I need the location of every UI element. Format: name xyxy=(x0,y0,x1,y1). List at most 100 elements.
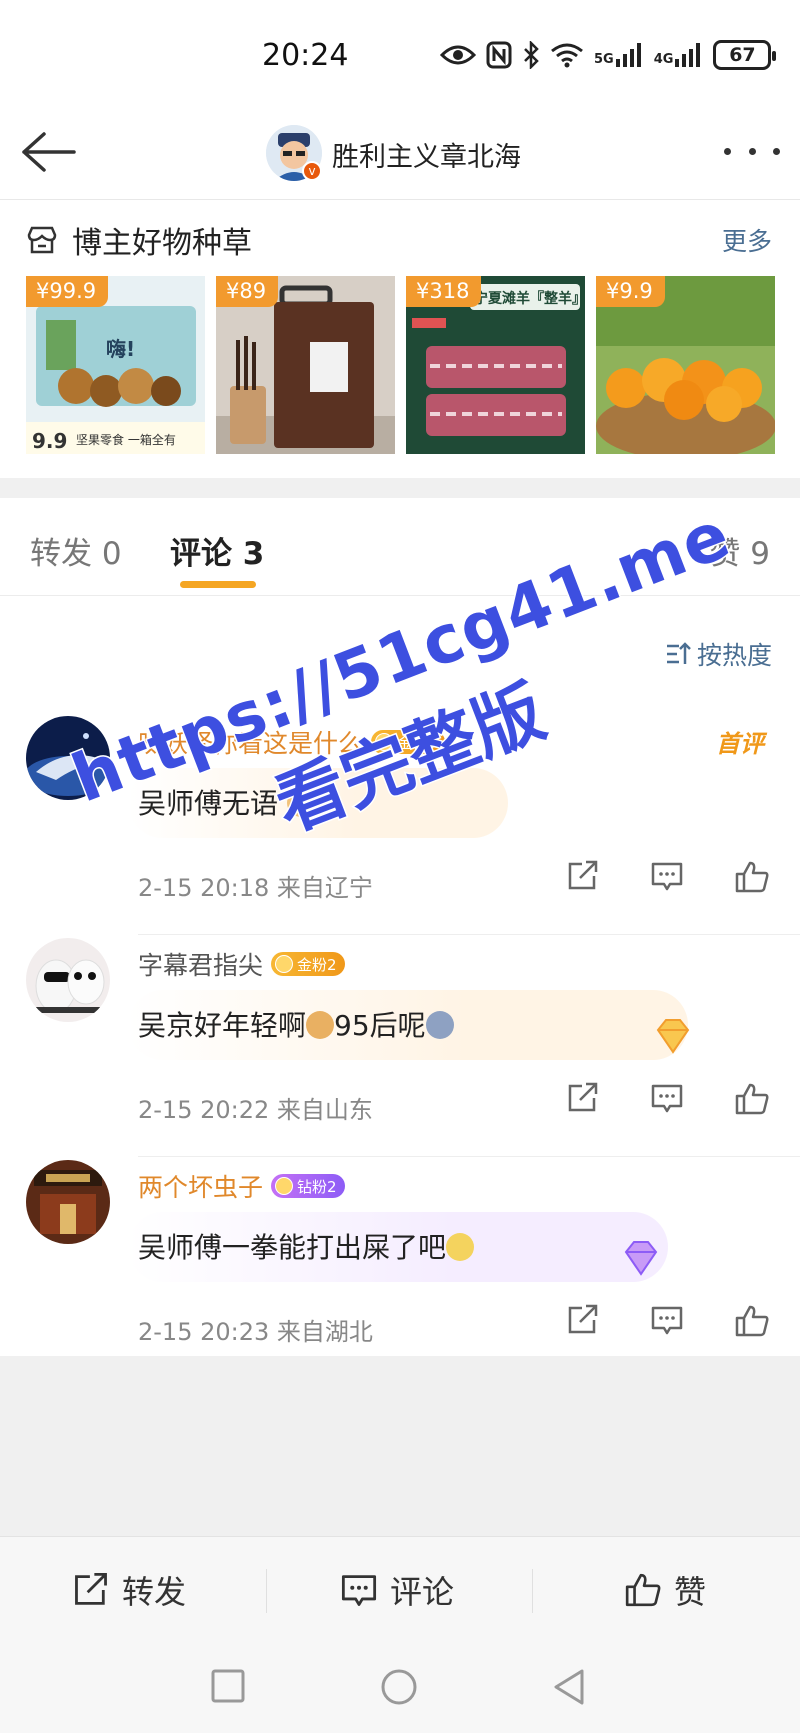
goods-item-lamb[interactable]: 宁夏滩羊『整羊』 ¥318 xyxy=(406,276,585,454)
badge-label: 金粉2 xyxy=(297,955,337,974)
signal-4g-label: 4G xyxy=(653,52,674,67)
comment-icon xyxy=(341,1575,377,1606)
goods-title: 博主好物种草 xyxy=(72,226,252,261)
bottom-action-bar: 转发 评论 赞 xyxy=(0,1536,800,1646)
status-icons: 5G 4G 67 xyxy=(440,40,777,70)
cat-emoji-icon xyxy=(306,1011,335,1039)
bluetooth-icon xyxy=(524,41,539,69)
avatar[interactable] xyxy=(26,716,110,800)
shop-icon xyxy=(27,226,57,254)
comment-location: 来自辽宁 xyxy=(276,874,373,902)
status-time: 20:24 xyxy=(262,38,349,73)
eye-icon xyxy=(440,45,476,65)
tab-comments[interactable]: 评论 3 xyxy=(170,528,264,573)
comment-text-content: 吴师傅无语 xyxy=(138,787,279,820)
signal-5g-label: 5G xyxy=(594,52,614,67)
reply-icon[interactable] xyxy=(650,1304,684,1336)
wifi-icon xyxy=(551,43,583,68)
tab-reposts[interactable]: 转发 0 xyxy=(30,528,122,573)
comment-divider xyxy=(138,1156,800,1157)
page-title[interactable]: 胜利主义章北海 xyxy=(332,135,521,174)
reply-icon[interactable] xyxy=(650,1082,684,1114)
comment-item: 字幕君指尖 金粉2 吴京好年轻啊 95后呢 2-15 20:22 来自山东 xyxy=(0,938,800,1160)
comment-button[interactable]: 评论 xyxy=(340,1567,454,1613)
goods-item-cutting-board[interactable]: ¥89 xyxy=(216,276,395,454)
verified-badge-icon: v xyxy=(302,161,322,181)
back-button[interactable] xyxy=(20,127,80,177)
goods-item-oranges[interactable]: ¥9.9 xyxy=(596,276,775,454)
price-tag: ¥99.9 xyxy=(26,276,109,307)
fan-level-badge: 金粉3 xyxy=(371,730,445,754)
share-icon[interactable] xyxy=(566,1304,600,1336)
reply-icon[interactable] xyxy=(650,860,684,892)
like-button[interactable]: 赞 xyxy=(624,1567,706,1613)
comment-location: 来自山东 xyxy=(276,1096,373,1124)
share-icon[interactable] xyxy=(566,1082,600,1114)
fan-level-badge: 钻粉2 xyxy=(271,1174,345,1198)
status-bar: 20:24 5G 4G 67 xyxy=(0,0,800,115)
sort-label: 按热度 xyxy=(696,641,772,670)
like-icon[interactable] xyxy=(734,860,770,894)
comment-actions xyxy=(566,1304,770,1338)
avatar[interactable] xyxy=(26,1160,110,1244)
top-nav-bar: v 胜利主义章北海 xyxy=(0,115,800,200)
goods-more-link[interactable]: 更多 xyxy=(722,222,772,258)
svg-text:嗨!: 嗨! xyxy=(106,337,135,361)
comment-text-content: 吴师傅一拳能打出屎了吧 xyxy=(138,1231,447,1264)
share-icon xyxy=(75,1572,107,1605)
more-dot xyxy=(773,147,780,155)
first-comment-tag: 首评 xyxy=(716,730,764,758)
goods-caption-lamb: 宁夏滩羊『整羊』 xyxy=(474,290,585,307)
avatar[interactable] xyxy=(26,938,110,1022)
sort-icon xyxy=(666,642,691,664)
comment-text-content: 吴京好年轻啊 xyxy=(138,1009,307,1042)
tab-likes[interactable]: 赞 9 xyxy=(709,528,770,573)
goods-header: 博主好物种草 xyxy=(26,218,252,262)
repost-button[interactable]: 转发 xyxy=(72,1567,186,1613)
sort-by-hot-button[interactable]: 按热度 xyxy=(665,636,772,672)
bar-divider xyxy=(532,1569,533,1613)
crown-icon xyxy=(275,955,294,973)
commenter-name-text: 两个坏虫子 xyxy=(138,1173,264,1202)
purple-gem-icon xyxy=(624,1241,658,1276)
comment-meta: 2-15 20:22 来自山东 xyxy=(138,1090,373,1125)
nfc-icon xyxy=(486,41,512,69)
more-options-button[interactable] xyxy=(724,133,780,169)
comment-item: 呔妖怪你看这是什么 金粉3 首评 吴师傅无语 2-15 20:18 来自辽宁 xyxy=(0,716,800,938)
goods-list: 嗨! 9.9 坚果零食 一箱全有 ¥99.9 ¥89 宁夏滩羊『整羊』 ¥318… xyxy=(26,276,775,454)
bar-divider xyxy=(266,1569,267,1613)
share-icon[interactable] xyxy=(566,860,600,892)
like-icon[interactable] xyxy=(734,1082,770,1116)
goods-item-snacks[interactable]: 嗨! 9.9 坚果零食 一箱全有 ¥99.9 xyxy=(26,276,205,454)
badge-label: 钻粉2 xyxy=(297,1177,337,1196)
husky-emoji-icon xyxy=(425,1011,454,1039)
gold-gem-icon xyxy=(656,1019,690,1054)
comment-divider xyxy=(138,934,800,935)
commenter-name[interactable]: 呔妖怪你看这是什么 金粉3 xyxy=(138,724,445,760)
comment-actions xyxy=(566,1082,770,1116)
comment-text-content-2: 95后呢 xyxy=(334,1009,426,1042)
like-icon xyxy=(625,1573,661,1607)
comment-actions xyxy=(566,860,770,894)
like-icon[interactable] xyxy=(734,1304,770,1338)
signal-4g-icon: 4G xyxy=(654,43,704,67)
signal-5g-icon: 5G xyxy=(594,43,644,67)
commenter-name[interactable]: 字幕君指尖 金粉2 xyxy=(138,946,345,982)
shy-emoji-icon xyxy=(446,1233,475,1261)
price-tag: ¥89 xyxy=(216,276,279,307)
like-label: 赞 xyxy=(674,1573,707,1611)
comment-item: 两个坏虫子 钻粉2 吴师傅一拳能打出屎了吧 2-15 20:23 来自湖北 xyxy=(0,1160,800,1382)
svg-text:9.9: 9.9 xyxy=(32,429,67,453)
back-nav-icon[interactable] xyxy=(552,1668,586,1706)
recent-apps-icon[interactable] xyxy=(210,1668,246,1704)
fan-level-badge: 金粉2 xyxy=(271,952,345,976)
comment-text: 吴师傅无语 xyxy=(138,782,315,822)
comment-location: 来自湖北 xyxy=(276,1318,373,1346)
system-nav-bar xyxy=(0,1646,800,1733)
commenter-name[interactable]: 两个坏虫子 钻粉2 xyxy=(138,1168,345,1204)
active-tab-indicator xyxy=(180,581,256,588)
home-icon[interactable] xyxy=(380,1668,418,1706)
comment-text: 吴师傅一拳能打出屎了吧 xyxy=(138,1226,475,1266)
comment-time: 2-15 20:22 xyxy=(138,1096,270,1124)
commenter-name-text: 字幕君指尖 xyxy=(138,951,264,980)
